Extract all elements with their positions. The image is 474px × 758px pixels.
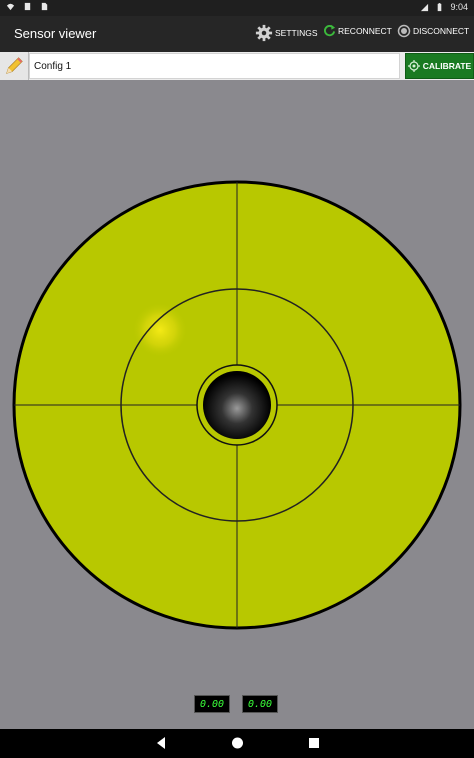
settings-label: SETTINGS: [275, 28, 318, 38]
cell-signal-icon: [421, 3, 429, 11]
calibrate-button[interactable]: CALIBRATE: [405, 53, 474, 79]
sensor-view-area: 0.00 0.00: [0, 80, 474, 729]
readout-group: 0.00 0.00: [194, 695, 278, 713]
back-icon[interactable]: [155, 736, 167, 750]
gear-icon: [255, 24, 273, 42]
reconnect-button[interactable]: RECONNECT: [323, 24, 392, 37]
y-readout: 0.00: [242, 695, 278, 713]
navigation-bar: [0, 729, 474, 758]
disconnect-label: DISCONNECT: [413, 26, 470, 36]
status-bar: 9:04: [0, 0, 474, 16]
status-time: 9:04: [450, 2, 468, 12]
calibrate-label: CALIBRATE: [422, 61, 472, 71]
pencil-icon: [6, 57, 23, 74]
app-bar: Sensor viewer SETTINGS RECONNECT DISCONN…: [0, 16, 474, 52]
wifi-icon: [6, 3, 15, 11]
crosshair-icon: [407, 60, 420, 72]
recents-icon[interactable]: [308, 736, 320, 750]
disconnect-icon: [397, 24, 411, 38]
refresh-icon: [324, 24, 336, 37]
edit-config-button[interactable]: [0, 52, 29, 80]
home-icon[interactable]: [231, 736, 244, 750]
app-title: Sensor viewer: [14, 26, 97, 41]
x-readout: 0.00: [194, 695, 230, 713]
bubble-level-gauge: [12, 180, 462, 630]
config-name-input[interactable]: [29, 53, 400, 79]
settings-button[interactable]: SETTINGS: [255, 24, 318, 42]
sim-icon: [41, 2, 48, 11]
disconnect-button[interactable]: DISCONNECT: [397, 24, 469, 38]
bubble-indicator: [132, 302, 188, 358]
config-toolbar: CALIBRATE: [0, 52, 474, 81]
battery-icon: [438, 2, 442, 11]
center-target: [203, 371, 271, 439]
clipboard-icon: [24, 2, 31, 11]
reconnect-label: RECONNECT: [338, 25, 392, 36]
